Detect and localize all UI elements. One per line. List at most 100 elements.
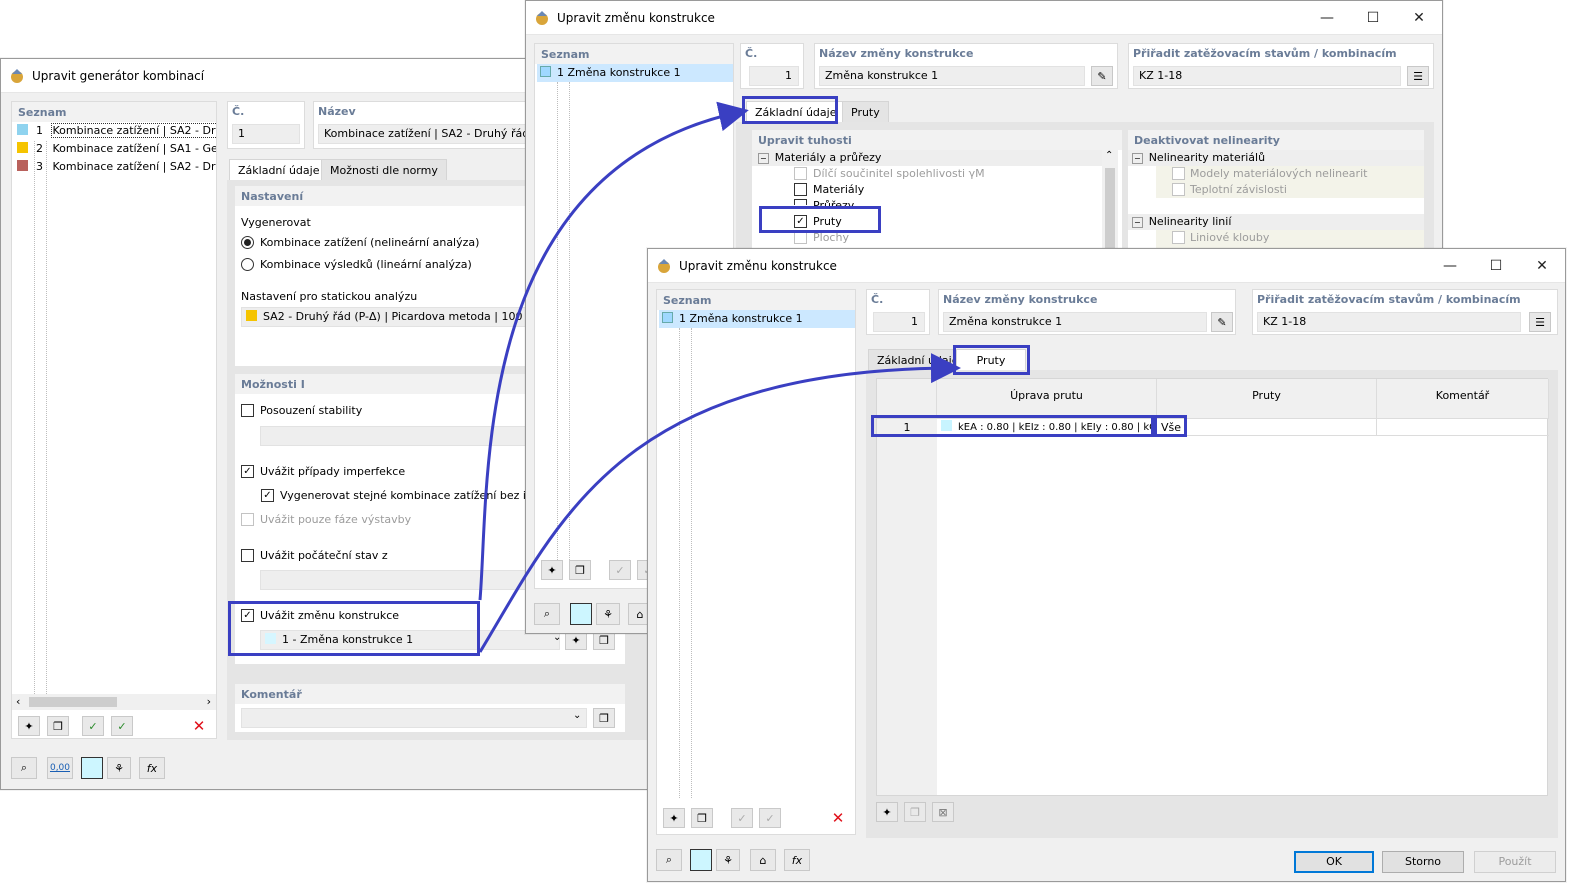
scroll-right-icon[interactable]: ›	[207, 695, 211, 708]
uncheck-icon[interactable]: ✓	[759, 808, 781, 828]
tree-line-nonlinearities[interactable]: − Nelinearity linií	[1132, 215, 1231, 228]
ok-button[interactable]: OK	[1294, 851, 1374, 873]
temperature-checkbox[interactable]	[1172, 183, 1185, 196]
close-icon[interactable]: ✕	[1396, 1, 1442, 35]
new-item-icon[interactable]: ✦	[663, 808, 685, 828]
stiffness-header: Upravit tuhosti	[752, 130, 1122, 150]
tree-root-materials[interactable]: − Materiály a průřezy	[758, 151, 881, 164]
structure-modification-window-front: Upravit změnu konstrukce — ☐ ✕ Seznam 1 …	[647, 248, 1566, 882]
list-item[interactable]: 1 Kombinace zatížení | SA2 - Druhý	[14, 122, 216, 140]
new-item-icon[interactable]: ✦	[541, 560, 563, 580]
copy-item-icon[interactable]: ❐	[691, 808, 713, 828]
tab-content: Úprava prutu Pruty Komentář 1 kEA : 0.80…	[866, 370, 1558, 838]
formula-icon[interactable]: fx	[139, 757, 165, 779]
copy-row-icon[interactable]: ❐	[904, 802, 926, 822]
material-models-checkbox[interactable]	[1172, 167, 1185, 180]
tab-basic-data[interactable]: Základní údaje	[746, 101, 846, 123]
units-icon[interactable]: ⚘	[716, 849, 740, 871]
initial-state-checkbox[interactable]	[241, 549, 254, 562]
decimal-places-icon[interactable]: 0,00	[47, 757, 73, 779]
list-item[interactable]: 1 Změna konstrukce 1	[537, 64, 733, 82]
maximize-icon[interactable]: ☐	[1350, 1, 1396, 35]
number-panel: Č. 1	[740, 43, 804, 89]
name-field[interactable]: Změna konstrukce 1	[943, 312, 1207, 332]
tab-basic-data[interactable]: Základní údaje	[868, 349, 968, 371]
number-field[interactable]: 1	[873, 312, 925, 332]
insert-row-icon[interactable]: ✦	[876, 802, 898, 822]
column-header-modification: Úprava prutu	[937, 379, 1157, 419]
same-combos-checkbox[interactable]: ✓	[261, 489, 274, 502]
uncheck-icon[interactable]: ✓	[111, 716, 133, 736]
number-field[interactable]: 1	[232, 124, 300, 144]
tree-material-nonlinearities[interactable]: − Nelinearity materiálů	[1132, 151, 1265, 164]
delete-row-icon[interactable]: ⊠	[932, 802, 954, 822]
surfaces-checkbox[interactable]	[794, 231, 807, 244]
cancel-button[interactable]: Storno	[1382, 851, 1464, 873]
materials-checkbox[interactable]	[794, 183, 807, 196]
comment-field[interactable]	[241, 708, 587, 728]
copy-item-icon[interactable]: ❐	[569, 560, 591, 580]
search-icon[interactable]: ⌕	[534, 603, 560, 625]
members-checkbox[interactable]: ✓	[794, 215, 807, 228]
delete-icon[interactable]: ✕	[827, 808, 849, 828]
delete-icon[interactable]: ✕	[188, 716, 210, 736]
minimize-icon[interactable]: —	[1427, 249, 1473, 283]
check-all-icon[interactable]: ✓	[82, 716, 104, 736]
window-title: Upravit generátor kombinací	[32, 68, 205, 83]
radio-result-combinations[interactable]	[241, 258, 254, 271]
tab-members[interactable]: Pruty	[956, 349, 1026, 371]
list-item[interactable]: 2 Kombinace zatížení | SA1 - Geom	[14, 140, 216, 158]
color-swatch-icon[interactable]	[81, 757, 103, 779]
assign-field[interactable]: KZ 1-18	[1133, 66, 1401, 86]
close-icon[interactable]: ✕	[1519, 249, 1565, 283]
chevron-down-icon[interactable]: ⌄	[573, 710, 581, 721]
units-icon[interactable]: ⚘	[107, 757, 131, 779]
line-hinges-checkbox[interactable]	[1172, 231, 1185, 244]
color-swatch-icon[interactable]	[570, 603, 592, 625]
name-panel: Název změny konstrukce Změna konstrukce …	[938, 289, 1236, 335]
edit-name-icon[interactable]: ✎	[1091, 66, 1113, 86]
color-swatch-icon[interactable]	[690, 849, 712, 871]
table-row[interactable]: 1 kEA : 0.80 | kEIz : 0.80 | kEIy : 0.80…	[877, 419, 1549, 436]
partial-factor-checkbox[interactable]	[794, 167, 807, 180]
members-cell[interactable]: Vše	[1161, 419, 1377, 436]
name-label: Název změny konstrukce	[943, 293, 1098, 306]
search-icon[interactable]: ⌕	[656, 849, 682, 871]
tab-norm-options[interactable]: Možnosti dle normy	[321, 159, 447, 181]
name-field[interactable]: Změna konstrukce 1	[819, 66, 1085, 86]
sections-checkbox[interactable]	[794, 199, 807, 205]
assign-list-icon[interactable]: ☰	[1407, 66, 1429, 86]
stability-checkbox[interactable]	[241, 404, 254, 417]
assign-list-icon[interactable]: ☰	[1529, 312, 1551, 332]
tab-basic-data[interactable]: Základní údaje	[229, 159, 329, 181]
structure-mod-checkbox[interactable]: ✓	[241, 609, 254, 622]
new-item-icon[interactable]: ✦	[18, 716, 40, 736]
copy-item-icon[interactable]: ❐	[47, 716, 69, 736]
radio-load-combinations[interactable]	[241, 236, 254, 249]
check-all-icon[interactable]: ✓	[731, 808, 753, 828]
comment-cell[interactable]	[1381, 419, 1549, 436]
comment-library-icon[interactable]: ❐	[593, 708, 615, 728]
maximize-icon[interactable]: ☐	[1473, 249, 1519, 283]
search-icon[interactable]: ⌕	[11, 757, 37, 779]
scroll-left-icon[interactable]: ‹	[16, 695, 20, 708]
structure-mod-label: Uvážit změnu konstrukce	[260, 609, 400, 622]
stability-label: Posouzení stability	[260, 404, 363, 417]
minimize-icon[interactable]: —	[1304, 1, 1350, 35]
tree-scrollbar[interactable]: ⌃	[1102, 150, 1118, 252]
horizontal-scrollbar[interactable]: ‹ ›	[12, 694, 216, 710]
modification-cell[interactable]: kEA : 0.80 | kEIz : 0.80 | kEIy : 0.80 |…	[937, 419, 1157, 436]
scroll-up-icon[interactable]: ⌃	[1105, 150, 1113, 161]
structure-mod-select[interactable]: 1 - Změna konstrukce 1	[260, 630, 560, 650]
edit-name-icon[interactable]: ✎	[1211, 312, 1233, 332]
assign-field[interactable]: KZ 1-18	[1257, 312, 1521, 332]
list-item[interactable]: 3 Kombinace zatížení | SA2 - Druhý	[14, 158, 216, 176]
formula-icon[interactable]: fx	[784, 849, 810, 871]
units-icon[interactable]: ⚘	[596, 603, 620, 625]
list-item[interactable]: 1 Změna konstrukce 1	[659, 310, 855, 328]
check-all-icon[interactable]: ✓	[609, 560, 631, 580]
view-icon[interactable]: ⌂	[750, 849, 776, 871]
tab-members[interactable]: Pruty	[842, 101, 889, 123]
number-field[interactable]: 1	[749, 66, 799, 86]
imperfection-checkbox[interactable]: ✓	[241, 465, 254, 478]
